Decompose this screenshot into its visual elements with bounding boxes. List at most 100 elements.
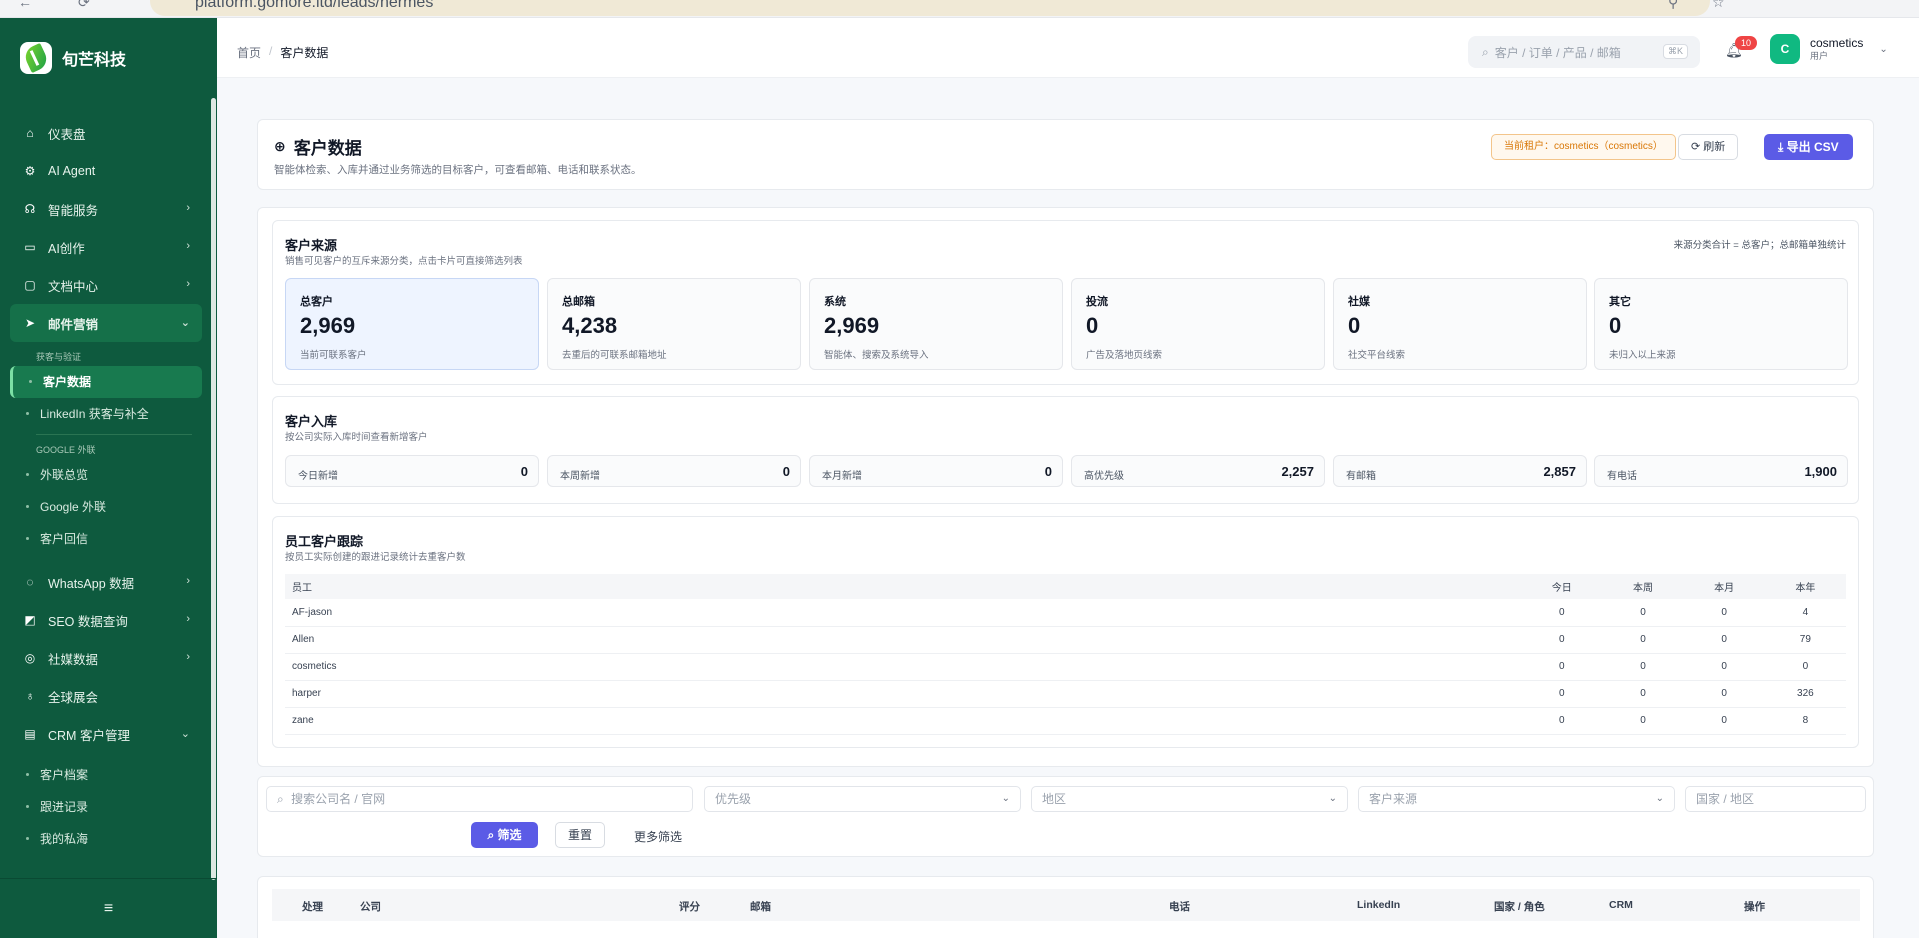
sidebar-item-social[interactable]: ◎ 社媒数据 › [10,639,202,677]
sidebar-scrollbar[interactable] [211,98,216,880]
table-cell: 326 [1764,680,1846,708]
customer-inbound-section: 客户入库 按公司实际入库时间查看新增客户 今日新增 0 本周新增 0 本月新增 … [272,396,1859,504]
table-cell: 0 [1683,653,1765,681]
sidebar-item-whatsapp[interactable]: ◌ WhatsApp 数据 › [10,563,202,601]
search-icon: ⌕ [1482,44,1489,59]
table-cell: 4 [1764,599,1846,627]
headset-icon: ☊ [24,202,36,216]
sidebar-item-crm[interactable]: ▤ CRM 客户管理 ⌄ [10,715,202,753]
sidebar-item-label: 邮件营销 [48,317,99,332]
card-label: 总邮箱 [562,296,595,308]
customer-source-select[interactable]: 客户来源 ⌄ [1358,786,1675,812]
inbound-stat-high-priority: 高优先级 2,257 [1071,455,1325,487]
reset-button[interactable]: 重置 [555,822,605,848]
sidebar-item-label: 智能服务 [48,203,99,218]
card-note: 未归入以上来源 [1609,350,1676,361]
source-card-total-customers[interactable]: 总客户 2,969 当前可联系客户 [285,278,539,370]
card-note: 智能体、搜索及系统导入 [824,350,929,361]
sidebar-subitem-customer-data[interactable]: 客户数据 [10,366,202,398]
company-search-input[interactable]: ⌕ 搜索公司名 / 官网 [266,786,693,812]
divider [36,434,192,435]
country-input[interactable]: 国家 / 地区 [1685,786,1866,812]
staff-table: 员工 今日 本周 本月 本年 AF-jason 0 0 0 4 Allen 0 [285,574,1846,735]
breadcrumb-home[interactable]: 首页 [237,44,261,61]
sidebar-item-seo[interactable]: ◩ SEO 数据查询 › [10,601,202,639]
user-menu[interactable]: C cosmetics 用户 ⌄ [1770,34,1888,64]
download-icon: ⤓ [1778,140,1784,154]
stat-label: 今日新增 [298,471,338,482]
table-cell: 8 [1764,707,1846,735]
filter-button[interactable]: ⌕ 筛选 [471,822,538,848]
card-label: 其它 [1609,296,1631,308]
notification-button[interactable]: 🔔︎ 10 [1725,36,1757,62]
sidebar-item-ai-agent[interactable]: ⚙ AI Agent [10,152,202,190]
sidebar-item-label: SEO 数据查询 [48,614,128,629]
chevron-right-icon: › [186,278,190,290]
column-header: CRM [1609,899,1633,911]
sidebar-subitem-follow-up[interactable]: 跟进记录 [10,791,202,823]
sidebar-subitem-google-outreach[interactable]: Google 外联 [10,491,202,523]
brand[interactable]: 旬芒科技 [20,42,126,74]
sidebar-item-dashboard[interactable]: ⌂ 仪表盘 [10,114,202,152]
section-title: 客户入库 [285,414,338,429]
table-cell: 0 [1521,680,1603,708]
zoom-icon[interactable]: ⚲ [1668,0,1678,11]
chevron-down-icon: ⌄ [1879,43,1888,55]
customer-source-section: 客户来源 销售可见客户的互斥来源分类，点击卡片可直接筛选列表 来源分类合计 = … [272,220,1859,385]
export-csv-button[interactable]: ⤓ 导出 CSV [1764,134,1853,160]
source-card-total-emails[interactable]: 总邮箱 4,238 去重后的可联系邮箱地址 [547,278,801,370]
refresh-button[interactable]: ⟳ 刷新 [1678,134,1739,160]
sidebar-item-label: 社媒数据 [48,652,99,667]
chat-icon: ◌ [26,575,34,589]
global-search-input[interactable]: ⌕ 客户 / 订单 / 产品 / 邮箱 ⌘K [1468,36,1700,68]
video-icon: ▭ [24,240,36,254]
card-value: 0 [1348,313,1361,338]
stat-label: 有邮箱 [1346,471,1376,482]
table-row: zane 0 0 0 8 [285,707,1846,735]
source-card-system[interactable]: 系统 2,969 智能体、搜索及系统导入 [809,278,1063,370]
sidebar-item-smart-service[interactable]: ☊ 智能服务 › [10,190,202,228]
sidebar-collapse-button[interactable]: ≡ [0,878,217,938]
sidebar-subitem-linkedin[interactable]: LinkedIn 获客与补全 [10,398,202,430]
source-card-social[interactable]: 社媒 0 社交平台线索 [1333,278,1587,370]
table-row: AF-jason 0 0 0 4 [285,599,1846,627]
submenu-group-label: GOOGLE 外联 [36,445,96,455]
page-header-card: ⊕ 客户数据 智能体检索、入库并通过业务筛选的目标客户，可查看邮箱、电话和联系状… [257,119,1874,190]
column-header: 本月 [1683,574,1765,599]
source-card-other[interactable]: 其它 0 未归入以上来源 [1594,278,1848,370]
section-description: 销售可见客户的互斥来源分类，点击卡片可直接筛选列表 [285,256,523,267]
back-icon[interactable]: ← [18,0,32,10]
sidebar-item-ai-create[interactable]: ▭ AI创作 › [10,228,202,266]
priority-select[interactable]: 优先级 ⌄ [704,786,1021,812]
chevron-right-icon: › [186,575,190,587]
column-header: 评分 [679,901,700,913]
region-select[interactable]: 地区 ⌄ [1031,786,1348,812]
table-cell: 0 [1521,707,1603,735]
sidebar-subitem-customer-profile[interactable]: 客户档案 [10,759,202,791]
reload-icon[interactable]: ⟳ [78,0,90,11]
tenant-badge: 当前租户：cosmetics（cosmetics） [1491,134,1676,160]
table-cell: AF-jason [285,599,1522,627]
card-value: 2,969 [824,313,880,338]
sidebar-item-expo[interactable]: ♁ 全球展会 [10,677,202,715]
chevron-down-icon: ⌄ [1655,793,1664,804]
send-icon: ➤ [24,316,36,330]
bookmark-star-icon[interactable]: ☆ [1712,0,1725,11]
table-cell: 79 [1764,626,1846,654]
sidebar-subitem-replies[interactable]: 客户回信 [10,523,202,555]
more-filters-button[interactable]: 更多筛选 [634,828,682,845]
card-note: 去重后的可联系邮箱地址 [562,350,667,361]
sidebar-subitem-outreach-overview[interactable]: 外联总览 [10,459,202,491]
sidebar-item-docs[interactable]: ▢ 文档中心 › [10,266,202,304]
table-row: harper 0 0 0 326 [285,680,1846,708]
sidebar-item-email-marketing[interactable]: ➤ 邮件营销 ⌄ [10,304,202,342]
crm-icon: ▤ [24,727,36,741]
column-header: LinkedIn [1357,899,1401,911]
source-card-ads[interactable]: 投流 0 广告及落地页线索 [1071,278,1325,370]
column-header: 操作 [1744,901,1765,913]
sidebar-subitem-private-pool[interactable]: 我的私海 [10,823,202,855]
search-icon: ⌕ [277,792,284,806]
column-header: 本年 [1764,574,1846,599]
card-value: 4,238 [562,313,618,338]
top-header: 首页 / 客户数据 ⌕ 客户 / 订单 / 产品 / 邮箱 ⌘K 🔔︎ 10 C… [217,18,1919,78]
